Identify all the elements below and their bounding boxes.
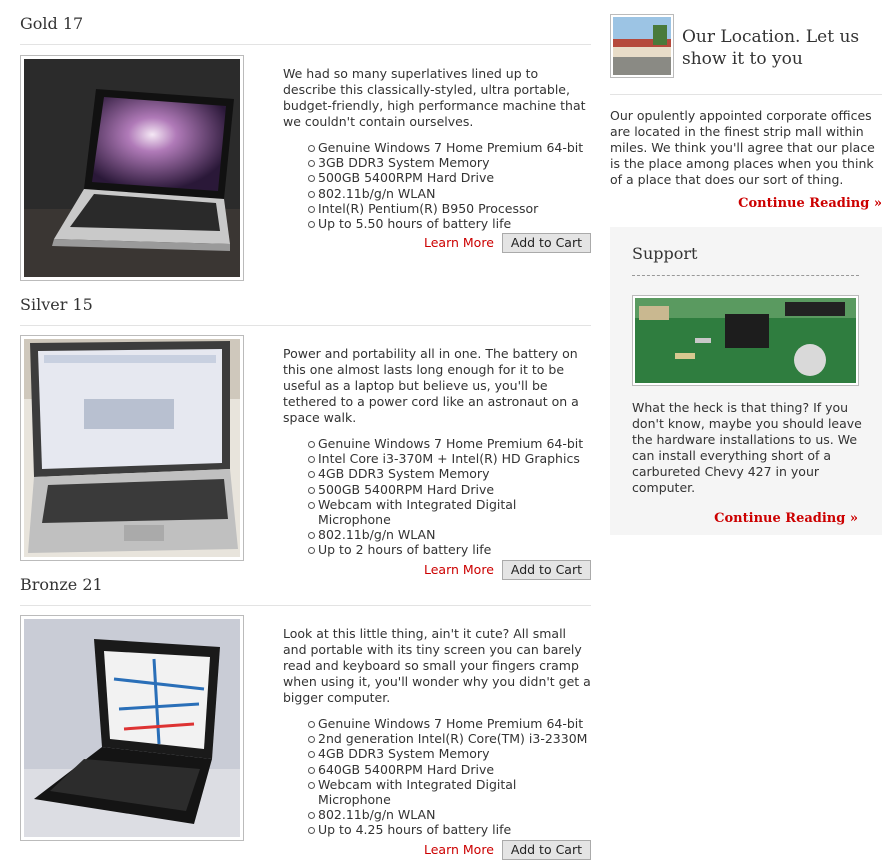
location-continue-link[interactable]: Continue Reading » [738,196,882,211]
product-image-bronze[interactable] [20,615,244,841]
product-description: We had so many superlatives lined up to … [283,66,591,254]
laptop-photo-gold [24,59,240,277]
feature-list: Genuine Windows 7 Home Premium 64-bit 3G… [283,140,591,231]
feature-item: Intel Core i3-370M + Intel(R) HD Graphic… [308,451,591,466]
circuit-board-photo [635,298,856,383]
location-description: Our opulently appointed corporate office… [610,108,875,187]
product-image-silver[interactable] [20,335,244,561]
add-to-cart-button[interactable]: Add to Cart [501,233,591,254]
feature-list: Genuine Windows 7 Home Premium 64-bit 2n… [283,716,591,838]
product-description: Power and portability all in one. The ba… [283,346,591,580]
feature-item: Up to 5.50 hours of battery life [308,216,591,231]
feature-item: 640GB 5400RPM Hard Drive [308,762,591,777]
product-image-gold[interactable] [20,55,244,281]
learn-more-link[interactable]: Learn More [424,842,494,857]
location-header: Our Location. Let us show it to you [610,14,882,95]
product-title: Silver 15 [20,295,591,326]
feature-item: 802.11b/g/n WLAN [308,186,591,201]
support-text: What the heck is that thing? If you don'… [632,400,864,527]
feature-item: Webcam with Integrated Digital Microphon… [308,777,591,807]
location-text: Our opulently appointed corporate office… [610,108,882,212]
feature-item: Genuine Windows 7 Home Premium 64-bit [308,140,591,155]
add-to-cart-button[interactable]: Add to Cart [501,839,591,860]
description-text: Power and portability all in one. The ba… [283,346,579,425]
support-description: What the heck is that thing? If you don'… [632,400,862,495]
feature-list: Genuine Windows 7 Home Premium 64-bit In… [283,436,591,558]
feature-item: 802.11b/g/n WLAN [308,807,591,822]
location-title: Our Location. Let us show it to you [682,27,860,69]
feature-item: Intel(R) Pentium(R) B950 Processor [308,201,591,216]
support-title: Support [632,244,698,263]
product-title: Bronze 21 [20,575,591,606]
support-panel: Support What the heck is that thing? If … [610,227,882,535]
feature-item: 4GB DDR3 System Memory [308,466,591,481]
feature-item: Genuine Windows 7 Home Premium 64-bit [308,716,591,731]
description-text: We had so many superlatives lined up to … [283,66,586,129]
feature-item: 3GB DDR3 System Memory [308,155,591,170]
feature-item: 4GB DDR3 System Memory [308,746,591,761]
storefront-photo [613,17,671,75]
laptop-photo-bronze [24,619,240,837]
feature-item: Webcam with Integrated Digital Microphon… [308,497,591,527]
product-title: Gold 17 [20,14,591,45]
learn-more-link[interactable]: Learn More [424,235,494,250]
support-continue-link[interactable]: Continue Reading » [714,511,858,526]
description-text: Look at this little thing, ain't it cute… [283,626,591,705]
feature-item: Up to 4.25 hours of battery life [308,822,591,837]
location-thumbnail[interactable] [610,14,674,78]
feature-item: Up to 2 hours of battery life [308,542,591,557]
feature-item: 500GB 5400RPM Hard Drive [308,482,591,497]
divider [632,275,859,276]
product-gold-17: Gold 17 We had so many superlatives line… [20,14,591,281]
product-bronze-21: Bronze 21 Look at this little thing, ain… [20,575,591,860]
feature-item: Genuine Windows 7 Home Premium 64-bit [308,436,591,451]
laptop-photo-silver [24,339,240,557]
feature-item: 500GB 5400RPM Hard Drive [308,170,591,185]
product-actions: Learn More Add to Cart [283,233,591,254]
product-description: Look at this little thing, ain't it cute… [283,626,591,860]
product-silver-15: Silver 15 Power and portability all in o… [20,295,591,580]
feature-item: 802.11b/g/n WLAN [308,527,591,542]
feature-item: 2nd generation Intel(R) Core(TM) i3-2330… [308,731,591,746]
product-actions: Learn More Add to Cart [283,839,591,860]
support-image[interactable] [632,295,859,386]
